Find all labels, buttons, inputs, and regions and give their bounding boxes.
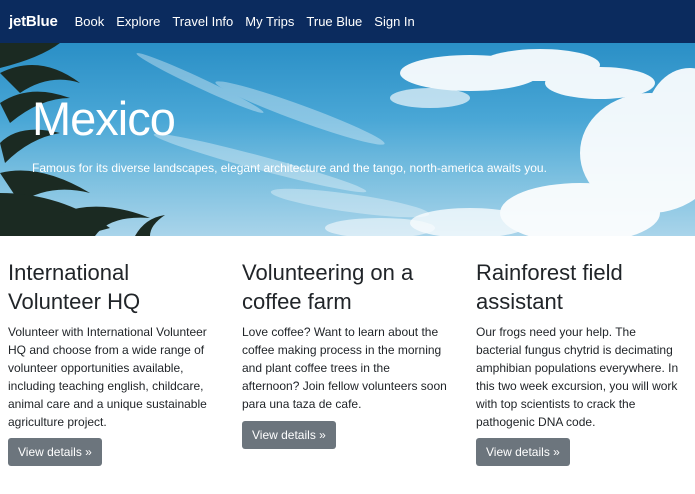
hero-subtitle: Famous for its diverse landscapes, elega…: [32, 161, 547, 175]
card-title: Volunteering on a coffee farm: [242, 260, 414, 314]
nav-sign-in[interactable]: Sign In: [374, 14, 414, 29]
card-body: Love coffee? Want to learn about the cof…: [242, 325, 447, 411]
card-coffee-farm: Volunteering on a coffee farm Love coffe…: [242, 258, 447, 413]
hero-banner: Mexico Famous for its diverse landscapes…: [0, 43, 695, 236]
hero-title: Mexico: [32, 92, 176, 145]
card-body: Volunteer with International Volunteer H…: [8, 325, 207, 429]
nav-my-trips[interactable]: My Trips: [245, 14, 294, 29]
view-details-button[interactable]: View details »: [242, 421, 336, 449]
card-body: Our frogs need your help. The bacterial …: [476, 325, 679, 429]
top-navbar: jetBlue Book Explore Travel Info My Trip…: [0, 0, 695, 43]
card-title: Rainforest field assistant: [476, 260, 623, 314]
card-title: International Volunteer HQ: [8, 260, 141, 314]
nav-book[interactable]: Book: [75, 14, 105, 29]
nav-true-blue[interactable]: True Blue: [306, 14, 362, 29]
nav-explore[interactable]: Explore: [116, 14, 160, 29]
view-details-button[interactable]: View details »: [8, 438, 102, 466]
view-details-button[interactable]: View details »: [476, 438, 570, 466]
brand-logo[interactable]: jetBlue: [9, 13, 58, 30]
card-international-volunteer: International Volunteer HQ Volunteer wit…: [8, 258, 213, 431]
card-rainforest: Rainforest field assistant Our frogs nee…: [476, 258, 681, 431]
nav-travel-info[interactable]: Travel Info: [172, 14, 233, 29]
